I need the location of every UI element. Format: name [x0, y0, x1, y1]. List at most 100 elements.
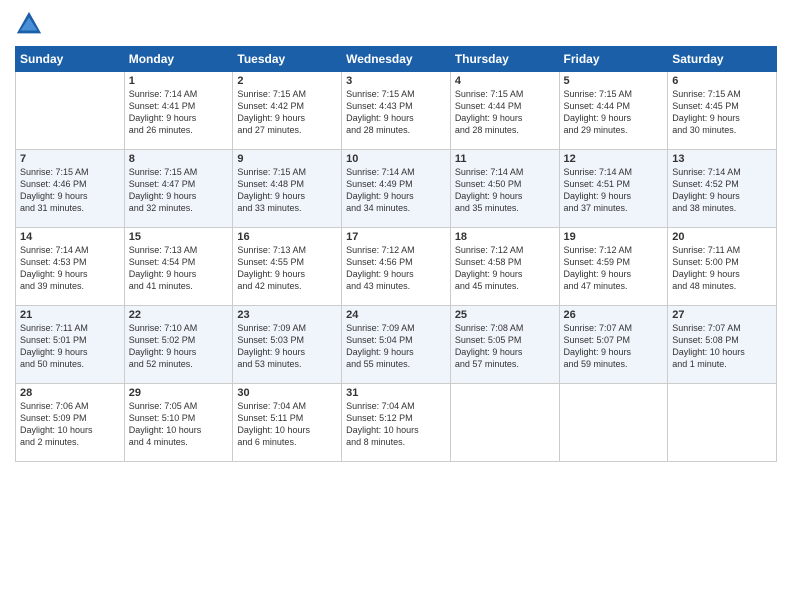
day-info: Sunrise: 7:14 AM Sunset: 4:41 PM Dayligh… — [129, 88, 229, 137]
calendar-cell: 1Sunrise: 7:14 AM Sunset: 4:41 PM Daylig… — [124, 72, 233, 150]
day-info: Sunrise: 7:15 AM Sunset: 4:47 PM Dayligh… — [129, 166, 229, 215]
column-header-tuesday: Tuesday — [233, 47, 342, 72]
day-info: Sunrise: 7:15 AM Sunset: 4:42 PM Dayligh… — [237, 88, 337, 137]
calendar-cell: 5Sunrise: 7:15 AM Sunset: 4:44 PM Daylig… — [559, 72, 668, 150]
day-info: Sunrise: 7:12 AM Sunset: 4:56 PM Dayligh… — [346, 244, 446, 293]
day-number: 2 — [237, 75, 337, 87]
calendar-cell: 2Sunrise: 7:15 AM Sunset: 4:42 PM Daylig… — [233, 72, 342, 150]
day-number: 14 — [20, 231, 120, 243]
day-info: Sunrise: 7:15 AM Sunset: 4:45 PM Dayligh… — [672, 88, 772, 137]
day-info: Sunrise: 7:15 AM Sunset: 4:46 PM Dayligh… — [20, 166, 120, 215]
day-number: 24 — [346, 309, 446, 321]
calendar-cell: 23Sunrise: 7:09 AM Sunset: 5:03 PM Dayli… — [233, 306, 342, 384]
calendar-cell — [450, 384, 559, 462]
day-number: 15 — [129, 231, 229, 243]
calendar-cell: 10Sunrise: 7:14 AM Sunset: 4:49 PM Dayli… — [342, 150, 451, 228]
column-header-wednesday: Wednesday — [342, 47, 451, 72]
calendar-cell: 12Sunrise: 7:14 AM Sunset: 4:51 PM Dayli… — [559, 150, 668, 228]
calendar-cell: 30Sunrise: 7:04 AM Sunset: 5:11 PM Dayli… — [233, 384, 342, 462]
day-number: 10 — [346, 153, 446, 165]
calendar-cell: 24Sunrise: 7:09 AM Sunset: 5:04 PM Dayli… — [342, 306, 451, 384]
calendar-cell: 19Sunrise: 7:12 AM Sunset: 4:59 PM Dayli… — [559, 228, 668, 306]
day-number: 23 — [237, 309, 337, 321]
calendar-cell: 15Sunrise: 7:13 AM Sunset: 4:54 PM Dayli… — [124, 228, 233, 306]
week-row-1: 1Sunrise: 7:14 AM Sunset: 4:41 PM Daylig… — [16, 72, 777, 150]
page-header — [15, 10, 777, 38]
column-header-monday: Monday — [124, 47, 233, 72]
calendar-cell — [668, 384, 777, 462]
day-info: Sunrise: 7:11 AM Sunset: 5:01 PM Dayligh… — [20, 322, 120, 371]
day-info: Sunrise: 7:15 AM Sunset: 4:43 PM Dayligh… — [346, 88, 446, 137]
day-info: Sunrise: 7:14 AM Sunset: 4:51 PM Dayligh… — [564, 166, 664, 215]
calendar-cell: 29Sunrise: 7:05 AM Sunset: 5:10 PM Dayli… — [124, 384, 233, 462]
logo-icon — [15, 10, 43, 38]
day-number: 1 — [129, 75, 229, 87]
calendar-cell — [559, 384, 668, 462]
day-info: Sunrise: 7:09 AM Sunset: 5:03 PM Dayligh… — [237, 322, 337, 371]
calendar-cell: 3Sunrise: 7:15 AM Sunset: 4:43 PM Daylig… — [342, 72, 451, 150]
day-number: 19 — [564, 231, 664, 243]
day-number: 4 — [455, 75, 555, 87]
day-info: Sunrise: 7:14 AM Sunset: 4:50 PM Dayligh… — [455, 166, 555, 215]
column-header-saturday: Saturday — [668, 47, 777, 72]
day-number: 11 — [455, 153, 555, 165]
day-info: Sunrise: 7:15 AM Sunset: 4:44 PM Dayligh… — [455, 88, 555, 137]
calendar-cell: 13Sunrise: 7:14 AM Sunset: 4:52 PM Dayli… — [668, 150, 777, 228]
day-number: 29 — [129, 387, 229, 399]
calendar-cell: 21Sunrise: 7:11 AM Sunset: 5:01 PM Dayli… — [16, 306, 125, 384]
week-row-5: 28Sunrise: 7:06 AM Sunset: 5:09 PM Dayli… — [16, 384, 777, 462]
day-info: Sunrise: 7:04 AM Sunset: 5:12 PM Dayligh… — [346, 400, 446, 449]
day-info: Sunrise: 7:13 AM Sunset: 4:55 PM Dayligh… — [237, 244, 337, 293]
day-number: 18 — [455, 231, 555, 243]
day-number: 21 — [20, 309, 120, 321]
day-number: 16 — [237, 231, 337, 243]
page-container: SundayMondayTuesdayWednesdayThursdayFrid… — [0, 0, 792, 612]
day-number: 13 — [672, 153, 772, 165]
calendar-cell: 18Sunrise: 7:12 AM Sunset: 4:58 PM Dayli… — [450, 228, 559, 306]
calendar-cell: 26Sunrise: 7:07 AM Sunset: 5:07 PM Dayli… — [559, 306, 668, 384]
day-number: 30 — [237, 387, 337, 399]
calendar-cell: 25Sunrise: 7:08 AM Sunset: 5:05 PM Dayli… — [450, 306, 559, 384]
calendar-cell: 20Sunrise: 7:11 AM Sunset: 5:00 PM Dayli… — [668, 228, 777, 306]
calendar-cell: 14Sunrise: 7:14 AM Sunset: 4:53 PM Dayli… — [16, 228, 125, 306]
calendar-cell: 27Sunrise: 7:07 AM Sunset: 5:08 PM Dayli… — [668, 306, 777, 384]
day-number: 9 — [237, 153, 337, 165]
calendar-body: 1Sunrise: 7:14 AM Sunset: 4:41 PM Daylig… — [16, 72, 777, 462]
column-header-sunday: Sunday — [16, 47, 125, 72]
day-info: Sunrise: 7:05 AM Sunset: 5:10 PM Dayligh… — [129, 400, 229, 449]
day-info: Sunrise: 7:10 AM Sunset: 5:02 PM Dayligh… — [129, 322, 229, 371]
day-number: 28 — [20, 387, 120, 399]
calendar-cell: 11Sunrise: 7:14 AM Sunset: 4:50 PM Dayli… — [450, 150, 559, 228]
day-info: Sunrise: 7:04 AM Sunset: 5:11 PM Dayligh… — [237, 400, 337, 449]
day-number: 12 — [564, 153, 664, 165]
day-info: Sunrise: 7:12 AM Sunset: 4:59 PM Dayligh… — [564, 244, 664, 293]
calendar-cell: 31Sunrise: 7:04 AM Sunset: 5:12 PM Dayli… — [342, 384, 451, 462]
week-row-2: 7Sunrise: 7:15 AM Sunset: 4:46 PM Daylig… — [16, 150, 777, 228]
day-info: Sunrise: 7:14 AM Sunset: 4:49 PM Dayligh… — [346, 166, 446, 215]
calendar-cell — [16, 72, 125, 150]
day-number: 22 — [129, 309, 229, 321]
calendar-table: SundayMondayTuesdayWednesdayThursdayFrid… — [15, 46, 777, 462]
calendar-cell: 16Sunrise: 7:13 AM Sunset: 4:55 PM Dayli… — [233, 228, 342, 306]
day-info: Sunrise: 7:15 AM Sunset: 4:44 PM Dayligh… — [564, 88, 664, 137]
day-info: Sunrise: 7:14 AM Sunset: 4:52 PM Dayligh… — [672, 166, 772, 215]
day-number: 26 — [564, 309, 664, 321]
day-info: Sunrise: 7:12 AM Sunset: 4:58 PM Dayligh… — [455, 244, 555, 293]
header-row: SundayMondayTuesdayWednesdayThursdayFrid… — [16, 47, 777, 72]
calendar-cell: 17Sunrise: 7:12 AM Sunset: 4:56 PM Dayli… — [342, 228, 451, 306]
day-number: 20 — [672, 231, 772, 243]
column-header-friday: Friday — [559, 47, 668, 72]
day-info: Sunrise: 7:06 AM Sunset: 5:09 PM Dayligh… — [20, 400, 120, 449]
day-info: Sunrise: 7:07 AM Sunset: 5:08 PM Dayligh… — [672, 322, 772, 371]
day-number: 8 — [129, 153, 229, 165]
calendar-cell: 6Sunrise: 7:15 AM Sunset: 4:45 PM Daylig… — [668, 72, 777, 150]
day-number: 27 — [672, 309, 772, 321]
day-info: Sunrise: 7:09 AM Sunset: 5:04 PM Dayligh… — [346, 322, 446, 371]
day-number: 7 — [20, 153, 120, 165]
calendar-cell: 9Sunrise: 7:15 AM Sunset: 4:48 PM Daylig… — [233, 150, 342, 228]
calendar-cell: 8Sunrise: 7:15 AM Sunset: 4:47 PM Daylig… — [124, 150, 233, 228]
calendar-cell: 4Sunrise: 7:15 AM Sunset: 4:44 PM Daylig… — [450, 72, 559, 150]
logo — [15, 10, 47, 38]
day-info: Sunrise: 7:11 AM Sunset: 5:00 PM Dayligh… — [672, 244, 772, 293]
day-number: 31 — [346, 387, 446, 399]
